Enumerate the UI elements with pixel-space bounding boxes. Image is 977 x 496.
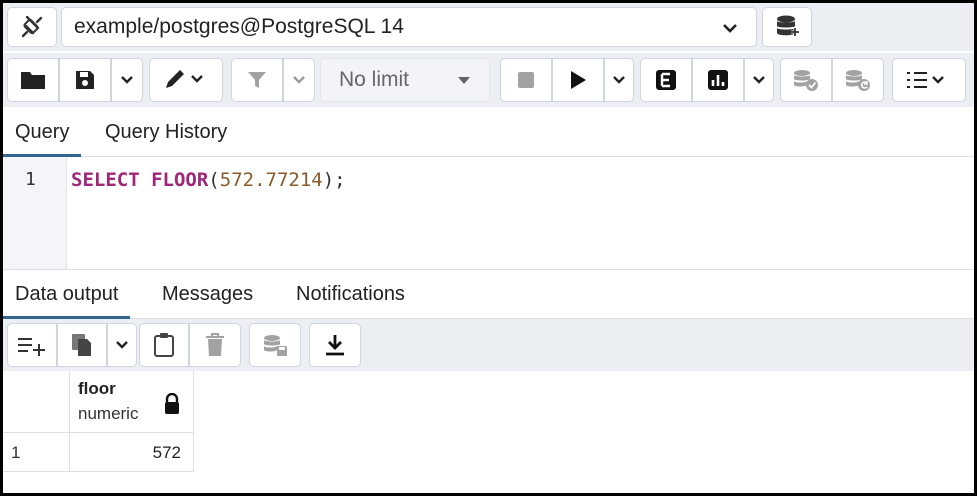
folder-icon [21,72,45,89]
explain-analyze-button[interactable] [692,58,744,102]
connection-label: example/postgres@PostgreSQL 14 [74,15,404,38]
tab-query-history[interactable]: Query History [93,109,239,157]
filter-dropdown-button[interactable] [283,58,315,102]
results-toolbar [3,319,974,371]
chevron-down-icon [121,76,133,84]
edit-button[interactable] [149,58,223,102]
row-limit-label: No limit [339,68,410,91]
column-type: numeric [78,404,139,423]
trash-icon [206,333,224,356]
tab-notifications[interactable]: Notifications [284,270,417,319]
numeric-literal: 572.77214 [219,169,323,191]
explain-icon [656,70,676,90]
line-gutter: 1 [3,157,67,269]
download-button[interactable] [309,323,361,367]
macros-button[interactable] [892,58,966,102]
explain-button[interactable] [640,58,692,102]
commit-button[interactable] [780,58,832,102]
execute-button[interactable] [552,58,604,102]
chevron-down-icon [723,24,737,33]
query-tool-window: example/postgres@PostgreSQL 14 No limit … [3,3,974,493]
execute-dropdown-button[interactable] [604,58,634,102]
tab-query[interactable]: Query [3,109,82,157]
result-grid: floor numeric 1 572 [3,371,974,493]
stop-button[interactable] [500,58,552,102]
save-data-button[interactable] [249,323,301,367]
rollback-icon [846,70,870,91]
explain-dropdown-button[interactable] [744,58,774,102]
open-paren: ( [208,169,220,191]
close-paren-semicolon: ); [322,169,346,191]
copy-icon [72,334,91,356]
tab-data-output[interactable]: Data output [3,270,131,319]
commit-icon [794,70,818,91]
delete-button[interactable] [189,323,241,367]
row-number: 1 [11,443,21,462]
add-row-icon [18,338,45,356]
chevron-down-icon [116,341,128,349]
connection-status-button[interactable] [7,7,57,47]
database-save-icon [264,335,287,356]
play-icon [571,71,586,89]
keyword-floor: FLOOR [151,169,209,191]
new-connection-button[interactable] [762,7,812,47]
stop-icon [518,72,534,88]
cell-value: 572 [152,443,181,462]
database-icon [777,15,799,36]
connection-select[interactable]: example/postgres@PostgreSQL 14 [61,7,757,47]
save-dropdown-button[interactable] [111,58,143,102]
connection-bar: example/postgres@PostgreSQL 14 [3,3,974,51]
lightning-icon [21,15,43,38]
pen-icon [166,70,203,88]
paste-button[interactable] [139,323,189,367]
line-number: 1 [25,169,36,190]
chevron-down-icon [753,76,765,84]
column-name: floor [78,379,116,398]
rollback-button[interactable] [832,58,884,102]
download-icon [326,335,344,356]
filter-icon [248,72,266,88]
lock-icon [165,393,179,414]
caret-down-icon [458,77,470,84]
query-toolbar: No limit [3,53,974,107]
save-icon [76,71,94,89]
copy-dropdown-button[interactable] [107,323,137,367]
row-limit-select[interactable]: No limit [320,58,490,102]
tab-messages[interactable]: Messages [150,270,265,319]
clipboard-icon [154,333,174,357]
save-file-button[interactable] [59,58,111,102]
open-file-button[interactable] [7,58,59,102]
keyword-select: SELECT [71,169,140,191]
row-header-corner [3,371,70,433]
chevron-down-icon [293,76,305,84]
query-tabs: Query Query History [3,109,974,157]
macros-icon [907,72,944,88]
code-line[interactable]: SELECT FLOOR(572.77214); [71,169,346,191]
chart-icon [708,70,728,90]
copy-button[interactable] [57,323,107,367]
output-tabs: Data output Messages Notifications [3,269,974,319]
sql-editor[interactable]: 1 SELECT FLOOR(572.77214); [3,157,974,269]
add-row-button[interactable] [7,323,57,367]
chevron-down-icon [613,76,625,84]
filter-button[interactable] [231,58,283,102]
